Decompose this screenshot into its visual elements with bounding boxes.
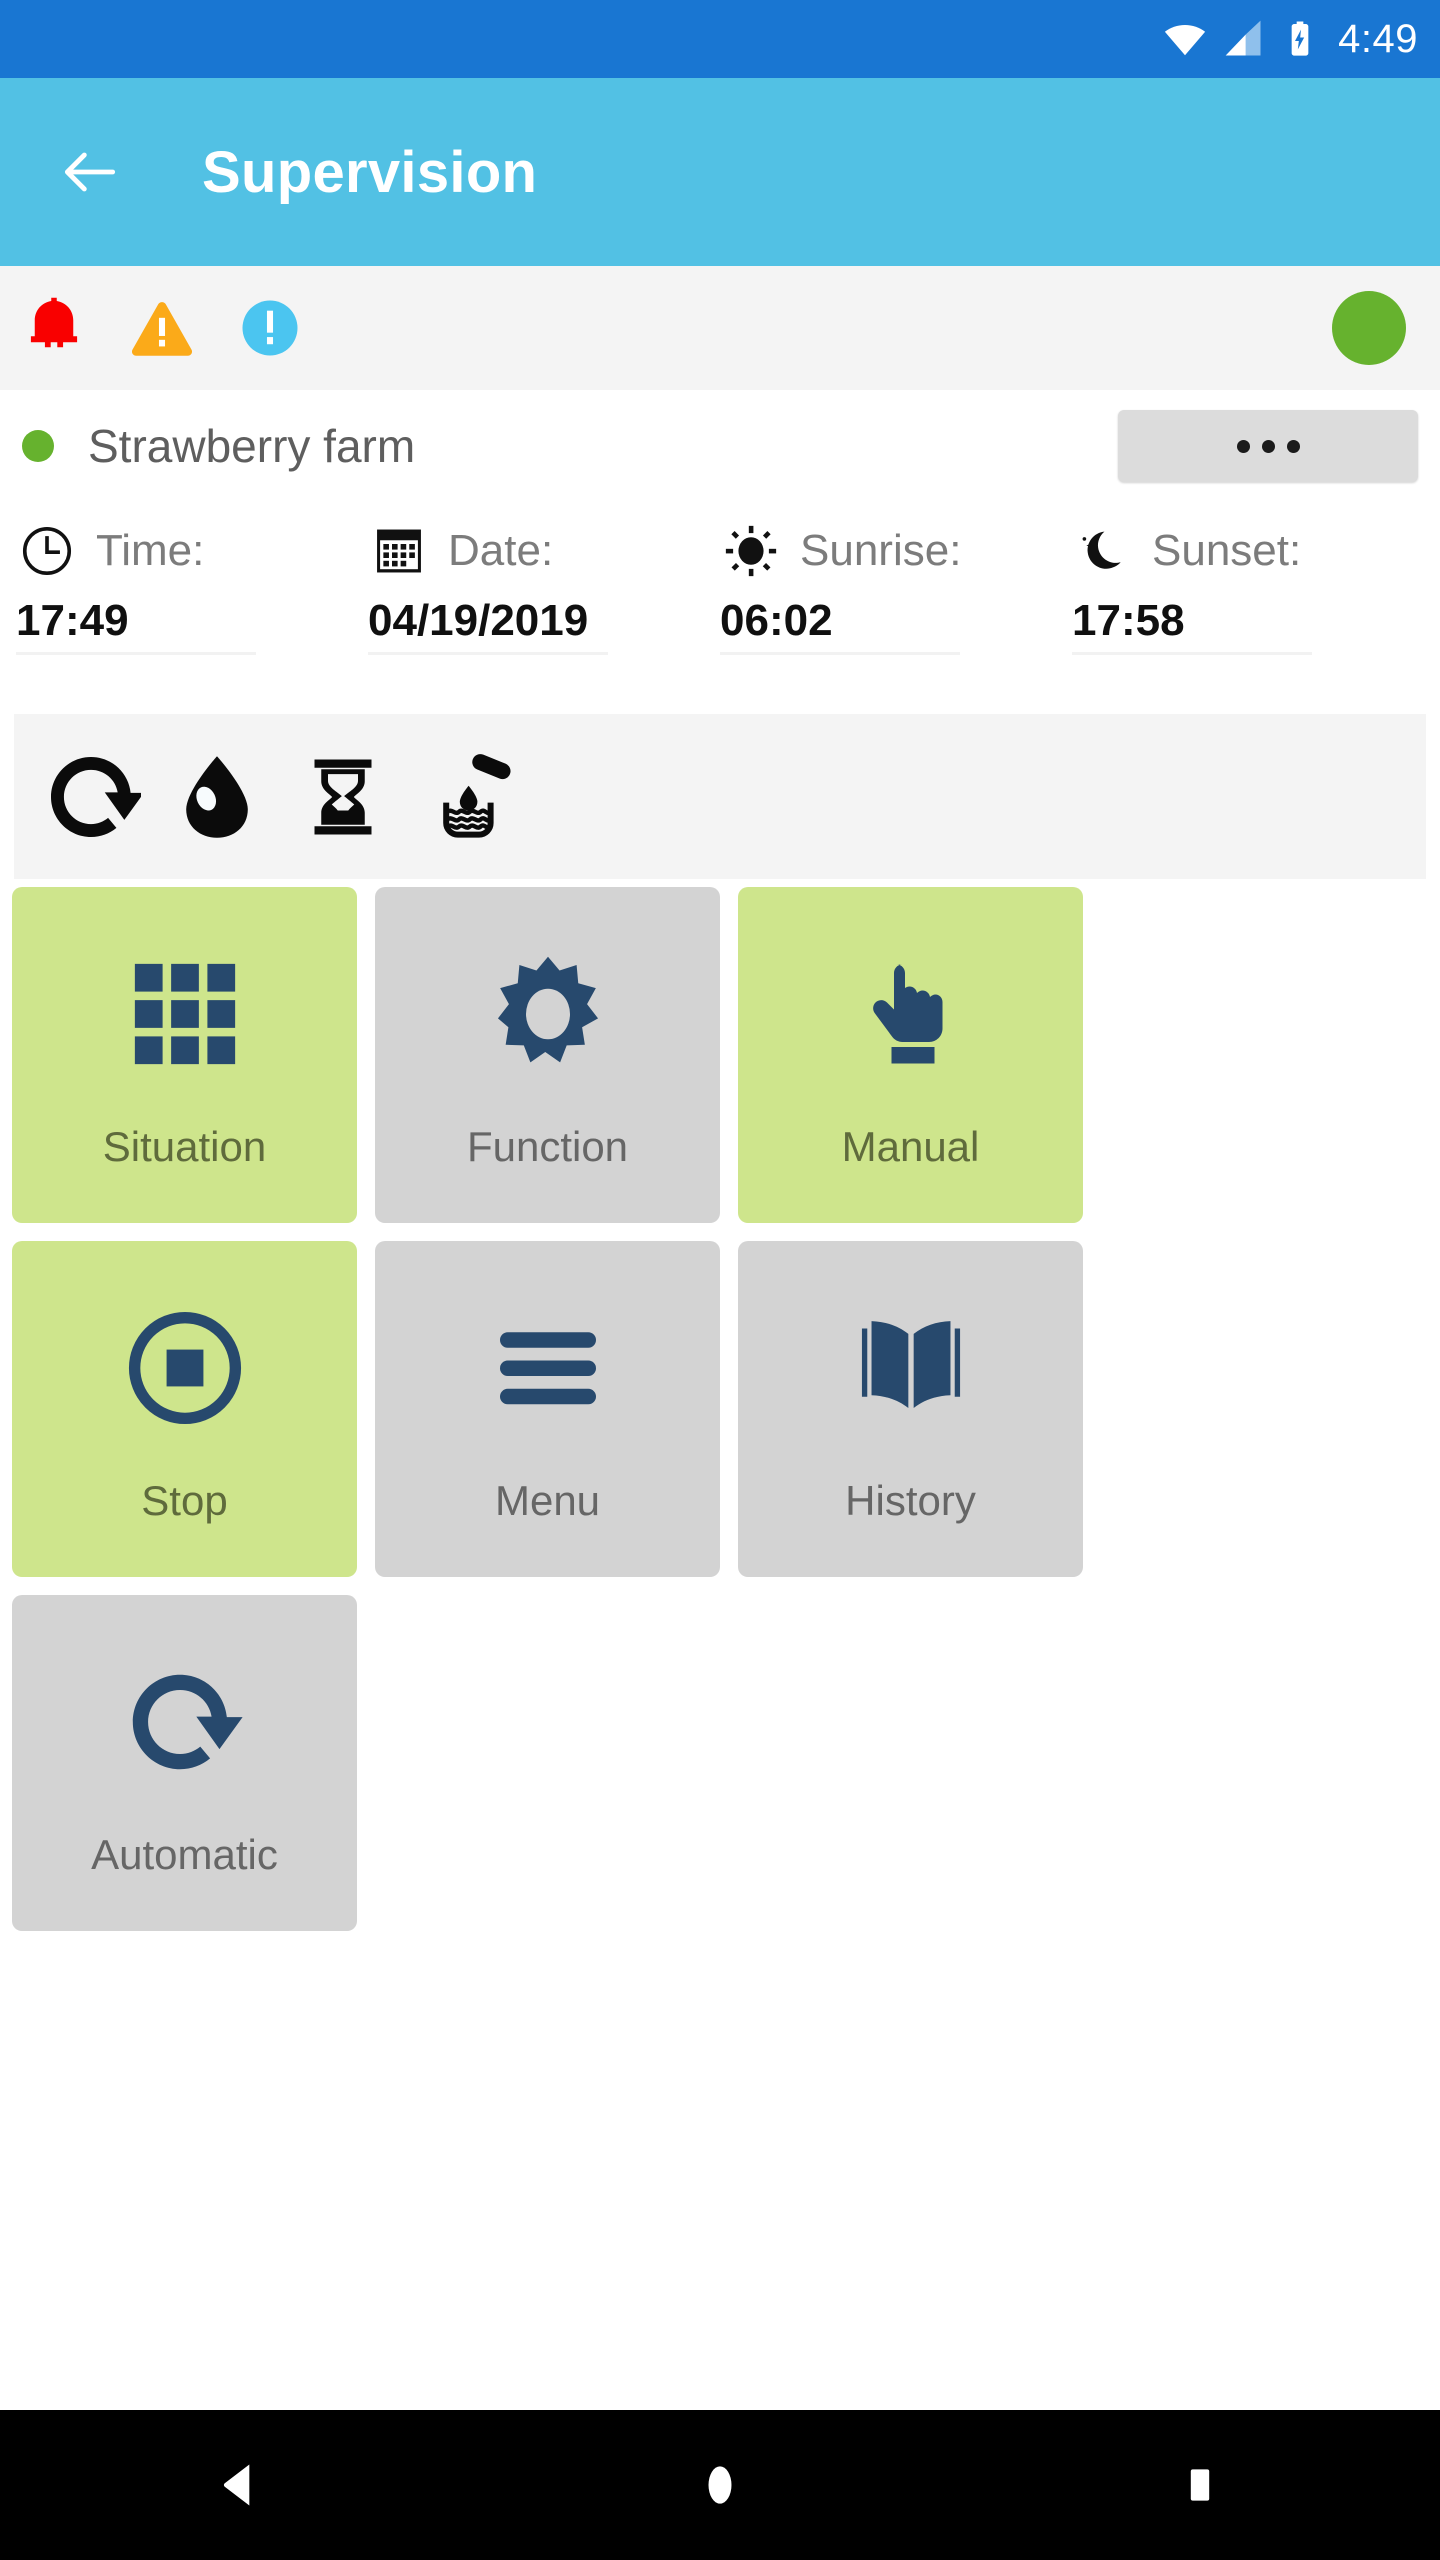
info-head: Sunset:	[1072, 508, 1424, 594]
info-head: Sunrise:	[720, 508, 1072, 594]
tile-label: Automatic	[91, 1831, 278, 1878]
tile-stop[interactable]: Stop	[12, 1241, 357, 1577]
alert-icon-group	[18, 292, 306, 364]
overflow-menu-button[interactable]	[1118, 410, 1418, 482]
site-status-dot	[22, 430, 54, 462]
app-bar: Supervision	[0, 78, 1440, 266]
nav-back-icon[interactable]	[160, 2410, 320, 2560]
info-label: Sunset:	[1152, 526, 1302, 575]
info-value-box: 04/19/2019	[368, 596, 720, 655]
page-title: Supervision	[202, 139, 538, 205]
status-bar-clock: 4:49	[1338, 16, 1418, 61]
phone-screen: 4:49 Supervision Strawberry farm Time: 1…	[0, 0, 1440, 2560]
date-value: 04/19/2019	[368, 596, 608, 655]
grid-squares-icon	[121, 939, 249, 1089]
back-arrow-icon[interactable]	[56, 138, 124, 206]
hamburger-menu-icon	[484, 1293, 612, 1443]
refresh-cycle-icon	[36, 742, 146, 852]
tile-label: Stop	[141, 1477, 228, 1524]
mode-status-strip	[14, 714, 1426, 879]
info-cell-sunset: Sunset: 17:58	[1072, 502, 1424, 692]
info-value-box: 06:02	[720, 596, 1072, 655]
warning-triangle-icon[interactable]	[126, 292, 198, 364]
tile-history[interactable]: History	[738, 1241, 1083, 1577]
status-dot-green[interactable]	[1332, 291, 1406, 365]
clock-icon	[16, 520, 78, 582]
dosing-pipette-icon	[414, 742, 524, 852]
nav-recents-icon[interactable]	[1120, 2410, 1280, 2560]
info-circle-icon[interactable]	[234, 292, 306, 364]
info-label: Sunrise:	[800, 526, 962, 575]
tile-label: History	[845, 1477, 976, 1524]
tile-label: Menu	[494, 1477, 601, 1524]
gear-icon	[482, 939, 614, 1089]
battery-charging-icon	[1280, 19, 1320, 59]
tile-label: Situation	[102, 1123, 267, 1170]
sun-icon	[720, 520, 782, 582]
cellular-signal-icon	[1222, 17, 1266, 61]
site-row: Strawberry farm	[0, 390, 1440, 502]
wifi-icon	[1162, 16, 1208, 62]
pointing-hand-icon	[851, 939, 971, 1089]
open-book-icon	[847, 1293, 975, 1443]
info-label: Date:	[448, 526, 554, 575]
info-cell-time: Time: 17:49	[16, 502, 368, 692]
ellipsis-dot	[1261, 439, 1275, 453]
android-nav-bar	[0, 2410, 1440, 2560]
calendar-icon	[368, 520, 430, 582]
moon-icon	[1072, 520, 1134, 582]
ellipsis-dot	[1286, 439, 1300, 453]
refresh-cycle-icon	[121, 1647, 249, 1797]
action-tile-grid: Situation Function Manual Stop Menu Hist…	[0, 879, 1440, 1931]
alert-bar	[0, 266, 1440, 390]
stop-circle-icon	[120, 1293, 250, 1443]
tile-label: Manual	[841, 1123, 980, 1170]
info-head: Time:	[16, 508, 368, 594]
tile-label: Function	[466, 1123, 629, 1170]
empty-content-area	[0, 1931, 1440, 2410]
info-value-box: 17:49	[16, 596, 368, 655]
alarm-bell-icon[interactable]	[18, 292, 90, 364]
hourglass-icon	[288, 742, 398, 852]
nav-home-icon[interactable]	[640, 2410, 800, 2560]
tile-function[interactable]: Function	[375, 887, 720, 1223]
water-drop-icon	[162, 742, 272, 852]
info-value-box: 17:58	[1072, 596, 1424, 655]
info-cell-date: Date: 04/19/2019	[368, 502, 720, 692]
info-head: Date:	[368, 508, 720, 594]
tile-manual[interactable]: Manual	[738, 887, 1083, 1223]
time-value: 17:49	[16, 596, 256, 655]
tile-situation[interactable]: Situation	[12, 887, 357, 1223]
sunset-value: 17:58	[1072, 596, 1312, 655]
info-cell-sunrise: Sunrise: 06:02	[720, 502, 1072, 692]
tile-automatic[interactable]: Automatic	[12, 1595, 357, 1931]
site-name: Strawberry farm	[88, 420, 416, 472]
ellipsis-dot	[1236, 439, 1250, 453]
info-row: Time: 17:49 Date: 04/19/2019 Sunrise: 06…	[0, 502, 1440, 692]
info-label: Time:	[96, 526, 205, 575]
tile-menu[interactable]: Menu	[375, 1241, 720, 1577]
status-bar: 4:49	[0, 0, 1440, 78]
sunrise-value: 06:02	[720, 596, 960, 655]
